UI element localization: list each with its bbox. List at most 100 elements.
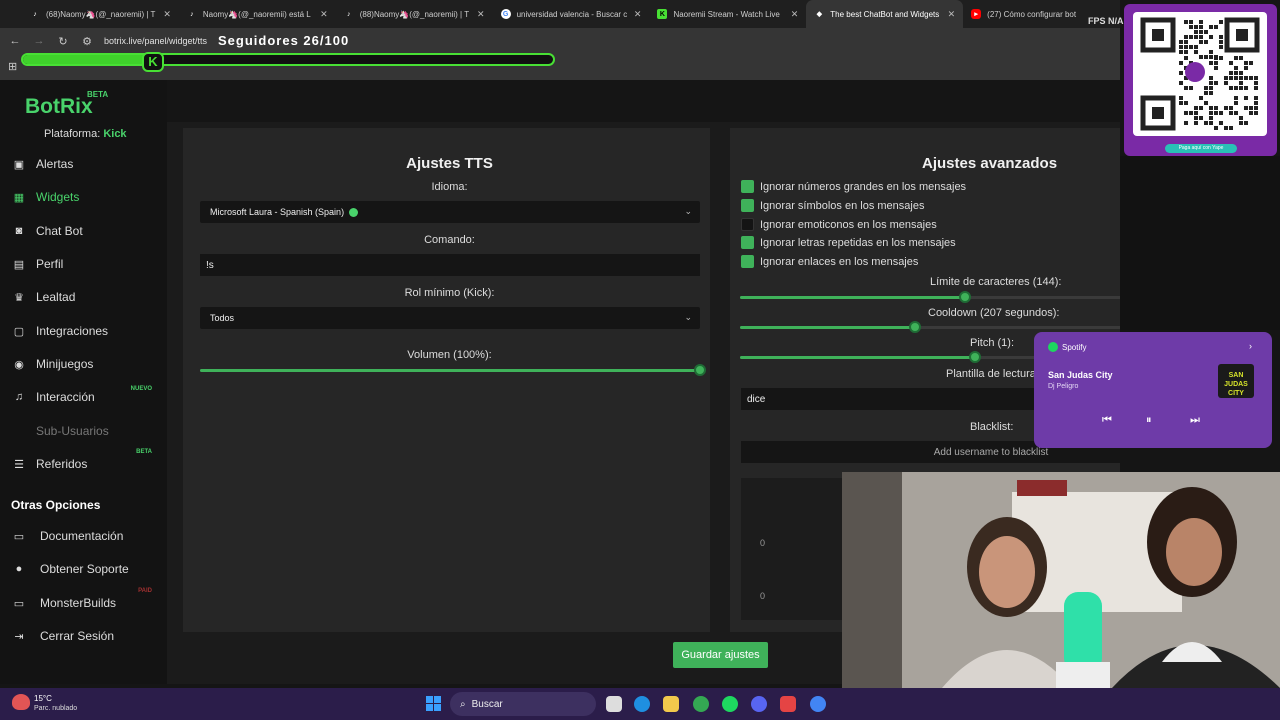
spotify-widget: Spotify › San Judas City Dj Peligro SAN … xyxy=(1034,332,1272,448)
kick-logo-icon: K xyxy=(142,52,164,72)
checkbox[interactable] xyxy=(741,255,754,268)
browser-tab[interactable]: ♪ (88)Naomy🦄(@_naoremii) | T ✕ xyxy=(336,0,493,28)
sidebar-item-integraciones[interactable]: ▢ Integraciones xyxy=(12,320,162,342)
song-title: San Judas City xyxy=(1048,370,1113,380)
robot-icon: ◙ xyxy=(15,225,23,237)
close-icon[interactable]: ✕ xyxy=(320,9,328,20)
new-badge: NUEVO xyxy=(130,386,152,392)
close-icon[interactable]: ✕ xyxy=(163,9,171,20)
sidebar-item-soporte[interactable]: ● Obtener Soporte xyxy=(12,558,162,580)
taskbar-search[interactable]: ⌕ Buscar xyxy=(450,692,596,716)
browser-icon[interactable] xyxy=(810,696,826,712)
tiktok-icon: ♪ xyxy=(346,10,351,18)
kick-icon: K xyxy=(657,9,668,19)
checkbox[interactable] xyxy=(741,236,754,249)
weather-description: Parc. nublado xyxy=(34,705,78,712)
sidebar-item-documentacion[interactable]: ▭ Documentación xyxy=(12,525,162,547)
sidebar-item-widgets[interactable]: ▦ Widgets xyxy=(12,186,162,208)
checkbox[interactable] xyxy=(741,218,754,231)
sidebar-item-monsterbuilds[interactable]: ▭ MonsterBuilds PAID xyxy=(12,588,162,614)
browser-tab[interactable]: ♪ Naomy🦄(@_naoremii) está L ✕ xyxy=(179,0,336,28)
checkbox[interactable] xyxy=(741,180,754,193)
sidebar-item-minijuegos[interactable]: ◉ Minijuegos xyxy=(12,353,162,375)
option-ignore-links[interactable]: Ignorar enlaces en los mensajes xyxy=(741,255,918,268)
pitch-label: Pitch (1): xyxy=(970,337,1015,349)
tts-settings-panel: Ajustes TTS Idioma: Microsoft Laura - Sp… xyxy=(183,128,710,632)
previous-track-icon[interactable]: ⏮ xyxy=(1102,414,1112,427)
browser-tab-active[interactable]: ◆ The best ChatBot and Widgets ✕ xyxy=(806,0,964,28)
support-icon: ● xyxy=(15,563,23,575)
command-label: Comando: xyxy=(424,234,475,246)
yape-caption: Paga aquí con Yape xyxy=(1165,144,1237,153)
chevron-right-icon[interactable]: › xyxy=(1249,341,1252,351)
botrix-logo[interactable]: BotRix xyxy=(25,95,93,119)
browser-tab[interactable]: K Naoremii Stream - Watch Live ✕ xyxy=(649,0,806,28)
pause-icon[interactable]: ⏸ xyxy=(1146,414,1152,427)
option-ignore-repeated-letters[interactable]: Ignorar letras repetidas en los mensajes xyxy=(741,236,956,249)
search-icon: ⌕ xyxy=(460,698,466,710)
volume-slider-handle[interactable] xyxy=(694,364,706,376)
file-explorer-icon[interactable] xyxy=(663,696,679,712)
counter-value: 0 xyxy=(760,591,766,601)
char-limit-slider-fill xyxy=(740,296,965,299)
apps-grid-icon[interactable]: ⊞ xyxy=(8,60,17,73)
windows-start-icon[interactable] xyxy=(426,696,442,712)
option-ignore-symbols[interactable]: Ignorar símbolos en los mensajes xyxy=(741,199,924,212)
botrix-icon: ◆ xyxy=(816,11,822,18)
cooldown-slider-fill xyxy=(740,326,915,329)
language-select[interactable]: Microsoft Laura - Spanish (Spain) ⌄ xyxy=(200,201,700,223)
trophy-icon: ♛ xyxy=(14,291,24,304)
sidebar-item-referidos[interactable]: ☰ Referidos BETA xyxy=(12,449,162,475)
sidebar-item-alertas[interactable]: ▣ Alertas xyxy=(12,153,162,175)
char-limit-label: Límite de caracteres (144): xyxy=(930,276,1062,288)
back-icon[interactable]: ← xyxy=(3,35,27,47)
edge-icon[interactable] xyxy=(634,696,650,712)
webcam-feed xyxy=(842,472,1280,688)
blacklist-label: Blacklist: xyxy=(970,421,1014,433)
sidebar-item-perfil[interactable]: ▤ Perfil xyxy=(12,253,162,275)
checkbox[interactable] xyxy=(741,199,754,212)
close-icon[interactable]: ✕ xyxy=(791,9,799,20)
close-icon[interactable]: ✕ xyxy=(477,9,485,20)
qr-code-icon xyxy=(1140,17,1260,131)
next-track-icon[interactable]: ⏭ xyxy=(1190,414,1200,427)
sidebar-item-chat-bot[interactable]: ◙ Chat Bot xyxy=(12,220,162,242)
min-role-select[interactable]: Todos ⌄ xyxy=(200,307,700,329)
yape-qr-card: Paga aquí con Yape xyxy=(1124,4,1277,156)
sidebar-item-lealtad[interactable]: ♛ Lealtad xyxy=(12,286,162,308)
forward-icon[interactable]: → xyxy=(27,35,51,47)
app-icon[interactable] xyxy=(780,696,796,712)
discord-icon[interactable] xyxy=(751,696,767,712)
alert-icon: ▣ xyxy=(13,158,25,171)
windows-taskbar: 15°C Parc. nublado ⌕ Buscar xyxy=(0,688,1280,720)
volume-slider[interactable] xyxy=(200,364,706,376)
followers-progress-fill xyxy=(23,55,161,64)
close-icon[interactable]: ✕ xyxy=(948,9,956,20)
task-view-icon[interactable] xyxy=(606,696,622,712)
browser-tab[interactable]: Guniversidad valencia - Buscar c ✕ xyxy=(493,0,650,28)
volume-label: Volumen (100%): xyxy=(407,349,492,361)
site-settings-icon[interactable]: ⚙ xyxy=(75,35,99,48)
browser-tab[interactable]: ♪ (68)Naomy🦄(@_naoremii) | T ✕ xyxy=(22,0,179,28)
cooldown-slider-handle[interactable] xyxy=(909,321,921,333)
url-field[interactable]: botrix.live/panel/widget/tts xyxy=(104,36,207,46)
sidebar-item-cerrar-sesion[interactable]: ⇥ Cerrar Sesión xyxy=(12,625,162,647)
pitch-slider-handle[interactable] xyxy=(969,351,981,363)
spotify-taskbar-icon[interactable] xyxy=(722,696,738,712)
voice-status-icon xyxy=(349,207,359,217)
save-settings-button[interactable]: Guardar ajustes xyxy=(673,642,768,668)
command-input[interactable]: !s xyxy=(200,254,700,276)
char-limit-slider-handle[interactable] xyxy=(959,291,971,303)
album-cover: SAN JUDAS CITY xyxy=(1218,364,1254,398)
option-ignore-large-numbers[interactable]: Ignorar números grandes en los mensajes xyxy=(741,180,966,193)
overlay-background xyxy=(1120,156,1280,330)
sidebar-item-interaccion[interactable]: ♫ Interacción NUEVO xyxy=(12,386,162,408)
option-ignore-emotes[interactable]: Ignorar emoticonos en los mensajes xyxy=(741,218,937,231)
reload-icon[interactable]: ↻ xyxy=(51,35,75,48)
sidebar-item-sub-usuarios[interactable]: Sub-Usuarios xyxy=(12,420,162,442)
close-icon[interactable]: ✕ xyxy=(634,9,642,20)
chrome-icon[interactable] xyxy=(693,696,709,712)
logout-icon: ⇥ xyxy=(14,630,24,643)
language-label: Idioma: xyxy=(431,181,468,193)
top-header xyxy=(167,80,1120,122)
